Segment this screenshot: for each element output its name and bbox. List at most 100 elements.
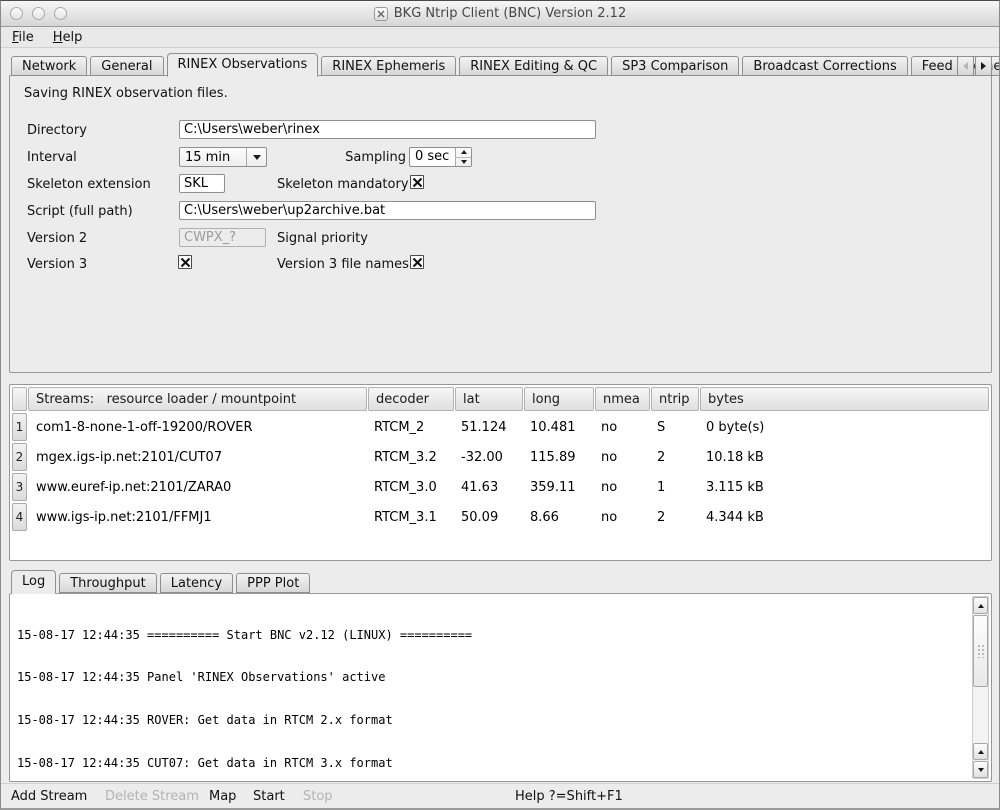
header-lat[interactable]: lat: [455, 387, 523, 411]
skeleton-extension-input[interactable]: [179, 174, 225, 193]
interval-dropdown[interactable]: 15 min: [179, 147, 267, 167]
interval-value: 15 min: [180, 150, 246, 165]
tab-scroll-right-button[interactable]: [975, 56, 992, 76]
cell-bytes: 3.115 kB: [699, 480, 989, 495]
header-ntrip[interactable]: ntrip: [651, 387, 699, 411]
cell-long: 10.481: [523, 420, 594, 435]
tab-broadcast-corrections[interactable]: Broadcast Corrections: [742, 56, 907, 76]
streams-table-header: Streams: resource loader / mountpoint de…: [12, 387, 989, 411]
config-tabbar: Network General RINEX Observations RINEX…: [11, 56, 1000, 76]
row-header[interactable]: 2: [12, 443, 27, 471]
tab-rinex-observations[interactable]: RINEX Observations: [167, 53, 319, 77]
version3-checkbox[interactable]: [178, 255, 192, 269]
log-scrollbar[interactable]: [972, 596, 989, 779]
cell-nmea: no: [594, 510, 650, 525]
scroll-down-button[interactable]: [973, 761, 988, 778]
tab-ppp-plot[interactable]: PPP Plot: [236, 573, 310, 593]
header-long[interactable]: long: [524, 387, 594, 411]
scroll-up-button-bottom[interactable]: [973, 743, 988, 760]
table-row[interactable]: 3 www.euref-ip.net:2101/ZARA0 RTCM_3.0 4…: [12, 472, 989, 502]
scrollbar-thumb[interactable]: [973, 615, 988, 687]
arrow-down-icon: [461, 160, 467, 164]
version2-label: Version 2: [27, 231, 87, 246]
sampling-spinner[interactable]: 0 sec: [409, 147, 472, 167]
cell-lat: 51.124: [454, 420, 523, 435]
header-bytes[interactable]: bytes: [700, 387, 989, 411]
x11-app-icon: [374, 7, 388, 21]
log-output: 15-08-17 12:44:35 ========== Start BNC v…: [17, 599, 967, 777]
sampling-label: Sampling: [344, 150, 406, 165]
row-header[interactable]: 3: [12, 473, 27, 501]
stop-button: Stop: [303, 784, 333, 809]
cell-long: 8.66: [523, 510, 594, 525]
tab-sp3-comparison[interactable]: SP3 Comparison: [611, 56, 739, 76]
panel-description: Saving RINEX observation files.: [24, 86, 228, 101]
log-line: 15-08-17 12:44:35 CUT07: Get data in RTC…: [17, 756, 967, 770]
window-controls: [10, 7, 67, 20]
tab-throughput[interactable]: Throughput: [59, 573, 157, 593]
cell-mountpoint: mgex.igs-ip.net:2101/CUT07: [27, 450, 367, 465]
interval-label: Interval: [27, 150, 77, 165]
directory-input[interactable]: [179, 120, 596, 139]
row-header[interactable]: 4: [12, 503, 27, 531]
tab-rinex-ephemeris[interactable]: RINEX Ephemeris: [321, 56, 456, 76]
menu-help[interactable]: Help: [53, 30, 83, 45]
cell-decoder: RTCM_3.0: [367, 480, 454, 495]
cell-ntrip: S: [650, 420, 699, 435]
map-button[interactable]: Map: [209, 784, 236, 809]
version3-file-names-checkbox[interactable]: [410, 255, 424, 269]
tab-general[interactable]: General: [90, 56, 163, 76]
cell-long: 115.89: [523, 450, 594, 465]
cell-decoder: RTCM_2: [367, 420, 454, 435]
script-label: Script (full path): [27, 204, 133, 219]
cell-long: 359.11: [523, 480, 594, 495]
cell-ntrip: 1: [650, 480, 699, 495]
window-zoom-icon[interactable]: [54, 7, 67, 20]
cell-mountpoint: com1-8-none-1-off-19200/ROVER: [27, 420, 367, 435]
rinex-observations-panel: Saving RINEX observation files. Director…: [9, 75, 992, 373]
cell-decoder: RTCM_3.1: [367, 510, 454, 525]
skeleton-extension-label: Skeleton extension: [27, 177, 151, 192]
cell-bytes: 0 byte(s): [699, 420, 989, 435]
window-minimize-icon[interactable]: [32, 7, 45, 20]
header-mountpoint[interactable]: Streams: resource loader / mountpoint: [28, 387, 367, 411]
tab-scroll-left-button: [957, 56, 974, 76]
help-shortcut-label: Help ?=Shift+F1: [515, 784, 623, 809]
spin-up-button[interactable]: [456, 148, 471, 158]
table-row[interactable]: 4 www.igs-ip.net:2101/FFMJ1 RTCM_3.1 50.…: [12, 502, 989, 532]
log-tabbar: Log Throughput Latency PPP Plot: [11, 573, 313, 593]
menubar: File Help: [1, 28, 999, 48]
checked-x-icon: [180, 257, 191, 268]
header-nmea[interactable]: nmea: [595, 387, 650, 411]
arrow-up-icon: [978, 604, 984, 608]
chevron-down-icon: [246, 148, 266, 166]
tab-log[interactable]: Log: [11, 570, 56, 594]
row-header[interactable]: 1: [12, 413, 27, 441]
bottom-toolbar: Add Stream Delete Stream Map Start Stop …: [1, 783, 999, 809]
tab-rinex-editing-qc[interactable]: RINEX Editing & QC: [459, 56, 608, 76]
menu-file[interactable]: File: [12, 30, 34, 45]
script-input[interactable]: [179, 201, 596, 220]
version2-input: [179, 228, 266, 247]
table-row[interactable]: 2 mgex.igs-ip.net:2101/CUT07 RTCM_3.2 -3…: [12, 442, 989, 472]
start-button[interactable]: Start: [253, 784, 285, 809]
cell-mountpoint: www.igs-ip.net:2101/FFMJ1: [27, 510, 367, 525]
header-decoder[interactable]: decoder: [368, 387, 454, 411]
skeleton-mandatory-checkbox[interactable]: [410, 175, 424, 189]
tab-network[interactable]: Network: [11, 56, 87, 76]
scroll-up-button[interactable]: [973, 597, 988, 614]
cell-bytes: 4.344 kB: [699, 510, 989, 525]
cell-ntrip: 2: [650, 450, 699, 465]
log-line: 15-08-17 12:44:35 Panel 'RINEX Observati…: [17, 670, 967, 684]
checked-x-icon: [412, 177, 423, 188]
arrow-down-icon: [978, 768, 984, 772]
table-row[interactable]: 1 com1-8-none-1-off-19200/ROVER RTCM_2 5…: [12, 412, 989, 442]
spin-down-button[interactable]: [456, 158, 471, 167]
add-stream-button[interactable]: Add Stream: [11, 784, 87, 809]
arrow-right-icon: [981, 62, 986, 70]
cell-nmea: no: [594, 480, 650, 495]
arrow-up-icon: [461, 150, 467, 154]
window-close-icon[interactable]: [10, 7, 23, 20]
tab-latency[interactable]: Latency: [160, 573, 233, 593]
cell-lat: 41.63: [454, 480, 523, 495]
